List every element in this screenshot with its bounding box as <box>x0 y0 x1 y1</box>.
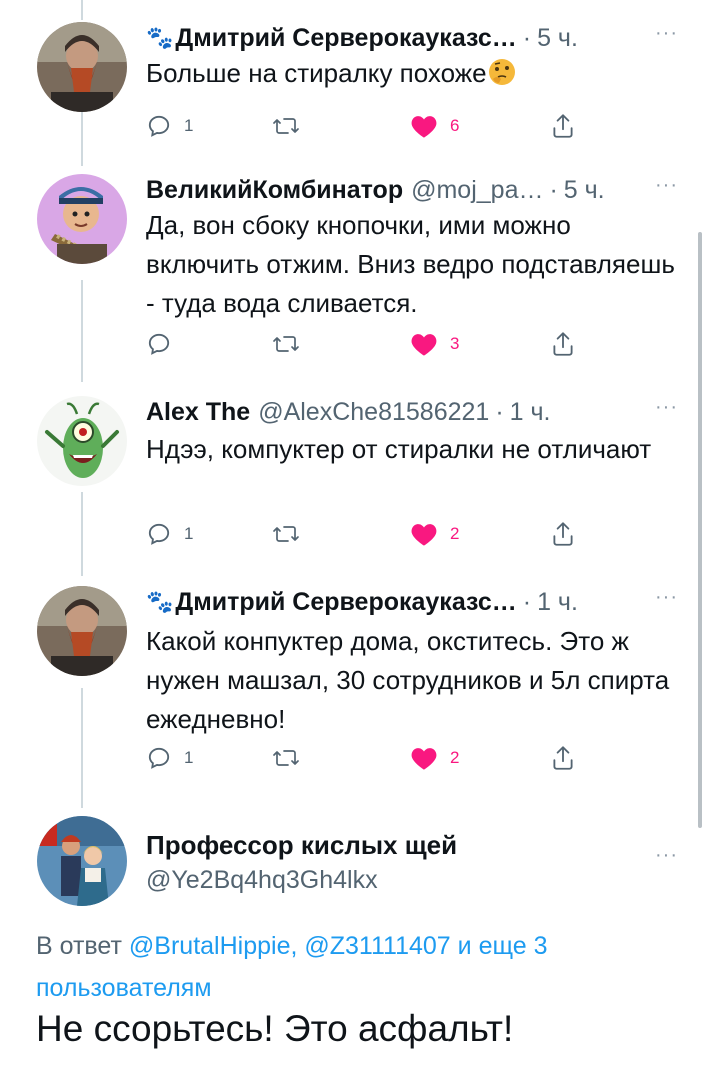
author-handle[interactable]: @AlexChe81586221 <box>258 398 489 427</box>
reply-button[interactable]: 1 <box>146 740 193 776</box>
tweet-actions: 3 <box>146 326 586 362</box>
heart-filled-icon <box>411 524 437 546</box>
timestamp[interactable]: 1 ч. <box>537 588 578 617</box>
reply-count: 1 <box>184 748 194 767</box>
reply-icon <box>148 333 170 355</box>
thread-line <box>81 0 83 20</box>
mention-link[interactable]: @BrutalHippie, <box>129 932 298 960</box>
tweet-text: Больше на стиралку похоже <box>146 58 487 88</box>
tweet-actions: 1 2 <box>146 740 586 776</box>
paw-prints-icon: 🐾 <box>146 25 174 50</box>
more-options-icon[interactable]: ··· <box>655 844 678 867</box>
timestamp[interactable]: 5 ч. <box>564 176 605 205</box>
retweet-icon <box>273 526 299 542</box>
tweet-body: Больше на стиралку похоже <box>146 54 684 93</box>
more-options-icon[interactable]: ··· <box>655 586 678 609</box>
reply-count: 1 <box>184 524 194 543</box>
separator: · <box>549 175 558 204</box>
retweet-button[interactable] <box>272 516 312 552</box>
mention-link[interactable]: @Z31111407 <box>304 932 450 960</box>
author-name[interactable]: ВеликийКомбинатор <box>146 176 403 205</box>
reply-tweet[interactable]: ВеликийКомбинатор @moj_pa… · 5 ч. ··· Да… <box>0 172 708 362</box>
avatar[interactable] <box>37 22 127 112</box>
tweet-text: Какой конпуктер дома, окститесь. Это ж н… <box>146 626 670 734</box>
author-handle[interactable]: @Ye2Bq4hq3Gh4lkx <box>146 866 378 895</box>
tweet-actions: 1 2 <box>146 516 586 552</box>
others-link[interactable]: и еще 3 <box>458 932 548 960</box>
reply-tweet[interactable]: Alex The @AlexChe81586221 · 1 ч. ··· Ндэ… <box>0 394 708 546</box>
bearded-man-avatar-image <box>37 586 127 676</box>
share-icon <box>553 114 573 138</box>
retweet-icon <box>273 118 299 134</box>
heart-filled-icon <box>411 116 437 138</box>
avatar[interactable] <box>37 174 127 264</box>
avatar[interactable] <box>37 816 127 906</box>
like-button[interactable]: 2 <box>410 516 459 552</box>
like-count: 2 <box>450 748 460 767</box>
tweet-actions: 1 6 <box>146 108 586 144</box>
author-name[interactable]: Alex The <box>146 398 250 427</box>
reply-button[interactable]: 1 <box>146 108 193 144</box>
plankton-cartoon-avatar-image <box>37 396 127 486</box>
reply-tweet[interactable]: 🐾 Дмитрий Серверокауказс… · 1 ч. ··· Как… <box>0 584 708 774</box>
separator: · <box>522 587 532 616</box>
like-count: 2 <box>450 524 460 543</box>
thinking-face-emoji <box>487 57 517 87</box>
share-button[interactable] <box>550 740 576 776</box>
share-button[interactable] <box>550 108 576 144</box>
share-icon <box>553 746 573 770</box>
share-icon <box>553 522 573 546</box>
bearded-man-avatar-image <box>37 22 127 112</box>
share-button[interactable] <box>550 326 576 362</box>
retweet-button[interactable] <box>272 740 312 776</box>
retweet-icon <box>273 336 299 352</box>
like-button[interactable]: 6 <box>410 108 459 144</box>
avatar[interactable] <box>37 396 127 486</box>
share-button[interactable] <box>550 516 576 552</box>
replying-to: В ответ @BrutalHippie, @Z31111407 и еще … <box>36 925 636 1009</box>
more-options-icon[interactable]: ··· <box>655 396 678 419</box>
author-name[interactable]: Дмитрий Серверокауказс… <box>175 24 516 53</box>
tweet-text: Не ссорьтесь! Это асфальт! <box>36 1008 514 1049</box>
more-options-icon[interactable]: ··· <box>655 22 678 45</box>
retweet-button[interactable] <box>272 108 312 144</box>
timestamp[interactable]: 1 ч. <box>510 398 551 427</box>
author-name[interactable]: Дмитрий Серверокауказс… <box>175 588 516 617</box>
retweet-icon <box>273 750 299 766</box>
replying-to-prefix: В ответ <box>36 932 122 960</box>
like-count: 3 <box>450 334 460 353</box>
reply-button[interactable]: 1 <box>146 516 193 552</box>
tweet-text: Да, вон сбоку кнопочки, ими можно включи… <box>146 210 675 318</box>
heart-filled-icon <box>411 334 437 356</box>
share-icon <box>553 332 573 356</box>
cartoon-character-avatar-image <box>37 174 127 264</box>
reply-icon <box>148 747 170 769</box>
avatar[interactable] <box>37 586 127 676</box>
separator: · <box>522 23 532 52</box>
like-button[interactable]: 2 <box>410 740 459 776</box>
author-name[interactable]: Профессор кислых щей <box>146 830 457 861</box>
separator: · <box>495 397 504 426</box>
others-link[interactable]: пользователям <box>36 974 212 1002</box>
more-options-icon[interactable]: ··· <box>655 174 678 197</box>
timestamp[interactable]: 5 ч. <box>537 24 578 53</box>
reply-count: 1 <box>184 116 194 135</box>
author-handle[interactable]: @moj_pa… <box>411 176 543 205</box>
poster-couple-avatar-image <box>37 816 127 906</box>
reply-icon <box>148 115 170 137</box>
like-count: 6 <box>450 116 460 135</box>
reply-tweet[interactable]: 🐾 Дмитрий Серверокауказс… · 5 ч. ··· Бол… <box>0 20 708 140</box>
heart-filled-icon <box>411 748 437 770</box>
reply-button[interactable] <box>146 326 184 362</box>
tweet-text: Ндээ, компуктер от стиралки не отличают <box>146 434 652 464</box>
reply-icon <box>148 523 170 545</box>
like-button[interactable]: 3 <box>410 326 459 362</box>
paw-prints-icon: 🐾 <box>146 589 174 614</box>
retweet-button[interactable] <box>272 326 312 362</box>
